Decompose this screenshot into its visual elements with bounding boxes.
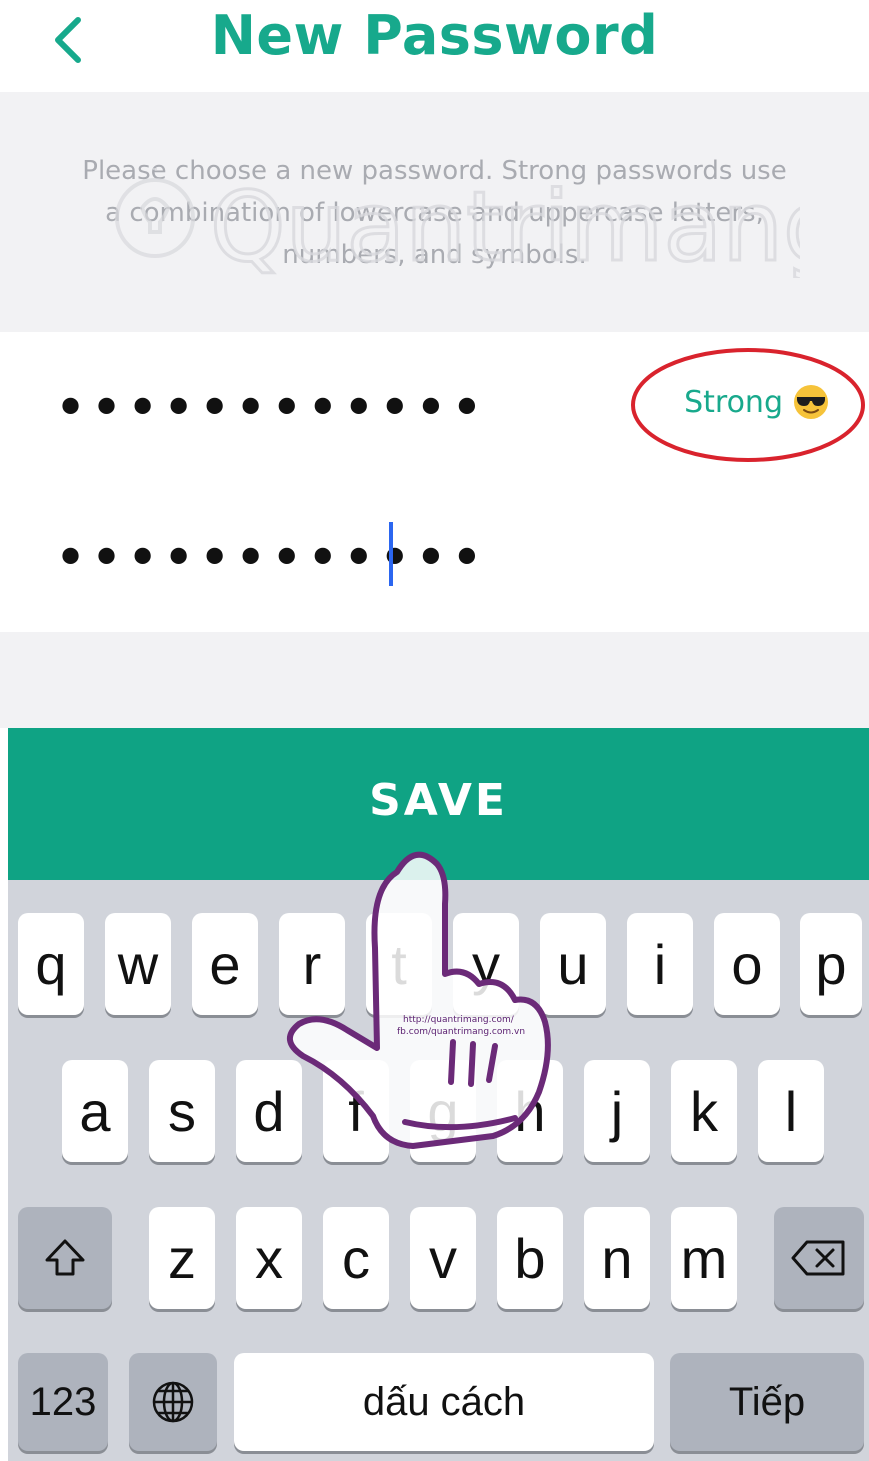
key-n[interactable]: n (584, 1207, 650, 1309)
key-a[interactable]: a (62, 1060, 128, 1162)
key-v[interactable]: v (410, 1207, 476, 1309)
key-t[interactable]: t (366, 913, 432, 1015)
key-r[interactable]: r (279, 913, 345, 1015)
return-key[interactable]: Tiếp (670, 1353, 864, 1451)
page-title: New Password (210, 4, 659, 67)
key-d[interactable]: d (236, 1060, 302, 1162)
text-caret (389, 522, 393, 586)
key-s[interactable]: s (149, 1060, 215, 1162)
save-button-label: SAVE (369, 774, 508, 826)
shift-icon (45, 1239, 85, 1276)
key-g[interactable]: g (410, 1060, 476, 1162)
spacer (0, 632, 869, 728)
key-o[interactable]: o (714, 913, 780, 1015)
key-x[interactable]: x (236, 1207, 302, 1309)
key-k[interactable]: k (671, 1060, 737, 1162)
key-m[interactable]: m (671, 1207, 737, 1309)
numbers-key[interactable]: 123 (18, 1353, 108, 1451)
key-j[interactable]: j (584, 1060, 650, 1162)
backspace-icon (791, 1240, 845, 1276)
key-p[interactable]: p (800, 913, 862, 1015)
save-button[interactable]: SAVE (8, 728, 869, 880)
on-screen-keyboard: q w e r t y u i o p a s d f g h j k l z … (8, 880, 869, 1461)
delete-key[interactable] (774, 1207, 864, 1309)
key-c[interactable]: c (323, 1207, 389, 1309)
password-strength-indicator: Strong (684, 384, 829, 420)
key-u[interactable]: u (540, 913, 606, 1015)
info-section: Please choose a new password. Strong pas… (0, 92, 869, 332)
key-q[interactable]: q (18, 913, 84, 1015)
new-password-field-row: Strong (8, 332, 869, 484)
confirm-password-input[interactable] (52, 482, 616, 634)
new-password-input[interactable] (52, 332, 616, 484)
globe-key[interactable] (129, 1353, 217, 1451)
key-b[interactable]: b (497, 1207, 563, 1309)
key-e[interactable]: e (192, 913, 258, 1015)
strength-label: Strong (684, 384, 783, 420)
confirm-password-field-row (8, 482, 869, 634)
key-w[interactable]: w (105, 913, 171, 1015)
key-h[interactable]: h (497, 1060, 563, 1162)
globe-icon (152, 1381, 194, 1423)
key-f[interactable]: f (323, 1060, 389, 1162)
key-z[interactable]: z (149, 1207, 215, 1309)
sunglasses-emoji-icon (794, 385, 828, 419)
nav-header: New Password (0, 0, 869, 92)
key-y[interactable]: y (453, 913, 519, 1015)
password-instructions: Please choose a new password. Strong pas… (82, 156, 787, 270)
space-key[interactable]: dấu cách (234, 1353, 654, 1451)
key-l[interactable]: l (758, 1060, 824, 1162)
key-i[interactable]: i (627, 913, 693, 1015)
shift-key[interactable] (18, 1207, 112, 1309)
